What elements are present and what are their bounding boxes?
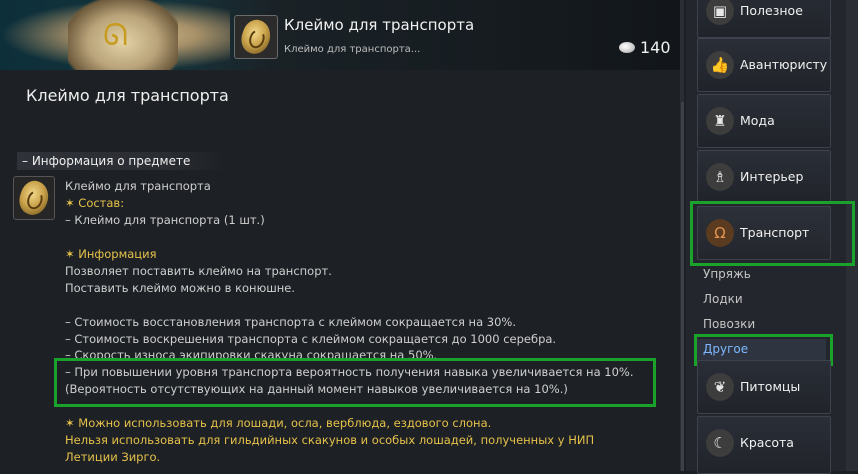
category-label: Интерьер <box>740 169 804 184</box>
info-line: Позволяет поставить клеймо на транспорт. <box>65 264 332 278</box>
category-label: Полезное <box>740 3 803 18</box>
page-title: Клеймо для транспорта <box>26 86 229 105</box>
subcategory-carts[interactable]: Повозки <box>703 317 755 331</box>
info-line: – Клеймо для транспорта (1 шт.) <box>65 213 265 227</box>
item-price: 140 <box>619 38 671 57</box>
category-beauty[interactable]: ☾ Красота <box>697 416 831 474</box>
price-value: 140 <box>640 38 671 57</box>
category-label: Мода <box>740 113 775 128</box>
subcategory-harness[interactable]: Упряжь <box>703 267 751 281</box>
category-interior[interactable]: ♗ Интерьер <box>697 150 831 204</box>
item-subtitle: Клеймо для транспорта... <box>284 44 421 55</box>
category-label: Красота <box>740 435 794 450</box>
section-title[interactable]: – Информация о предмете <box>22 154 190 168</box>
chest-icon: ▣ <box>706 0 734 25</box>
info-line: Поставить клеймо можно в конюшне. <box>65 281 296 295</box>
category-adventurer[interactable]: 👍 Авантюристу <box>697 38 831 92</box>
pearl-icon <box>619 42 635 53</box>
thumbs-up-icon: 👍 <box>706 51 734 79</box>
info-line: ✶ Можно использовать для лошади, осла, в… <box>65 416 492 430</box>
detail-item-icon <box>13 176 55 220</box>
outfit-icon: ♜ <box>706 107 734 135</box>
info-line: ✶ Информация <box>65 247 157 261</box>
scrollbar-thumb[interactable] <box>681 102 684 471</box>
item-icon <box>234 15 278 59</box>
category-label: Авантюристу <box>740 57 828 72</box>
info-line: Летиции Зирго. <box>65 450 161 464</box>
chair-icon: ♗ <box>706 163 734 191</box>
banner-artwork: ᘏ <box>0 0 230 70</box>
category-fashion[interactable]: ♜ Мода <box>697 94 831 148</box>
category-pets[interactable]: ❦ Питомцы <box>697 360 831 414</box>
item-banner: ᘏ Клеймо для транспорта Клеймо для транс… <box>0 0 680 70</box>
item-detail-panel: ᘏ Клеймо для транспорта Клеймо для транс… <box>0 0 684 471</box>
subcategory-boats[interactable]: Лодки <box>703 292 743 306</box>
category-label: Питомцы <box>740 379 801 394</box>
category-useful[interactable]: ▣ Полезное <box>697 0 831 38</box>
info-line: – Скорость износа экипировки скакуна сок… <box>65 348 438 358</box>
info-line: Клеймо для транспорта <box>65 179 211 193</box>
item-title: Клеймо для транспорта <box>284 16 475 34</box>
info-line: – Стоимость восстановления транспорта с … <box>65 315 516 329</box>
paw-icon: ❦ <box>706 373 734 401</box>
highlight-box-category <box>690 201 855 266</box>
info-line: – Стоимость воскрешения транспорта с кле… <box>65 332 557 346</box>
highlight-box <box>54 358 656 407</box>
banner-glyph-icon: ᘏ <box>103 18 128 53</box>
info-line: Нельзя использовать для гильдийных скаку… <box>65 433 595 447</box>
info-line: ✶ Состав: <box>65 196 125 210</box>
beauty-icon: ☾ <box>706 429 734 457</box>
